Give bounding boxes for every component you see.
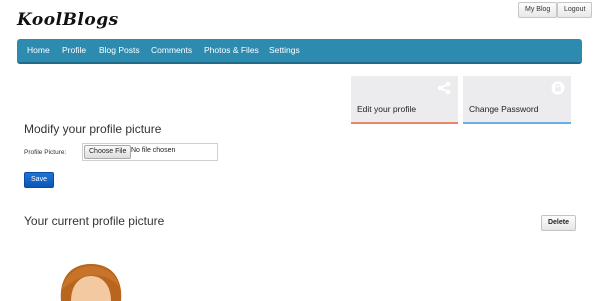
main-nav: Home Profile Blog Posts Comments Photos … <box>17 39 582 64</box>
nav-item-comments[interactable]: Comments <box>151 39 192 62</box>
edit-profile-card[interactable]: Edit your profile <box>351 76 458 124</box>
logout-button[interactable]: Logout <box>557 2 593 18</box>
save-button[interactable]: Save <box>24 172 54 188</box>
profile-picture-label: Profile Picture: <box>24 149 67 156</box>
share-icon <box>437 81 451 95</box>
choose-file-button[interactable]: Choose File <box>84 145 132 159</box>
nav-item-blog-posts[interactable]: Blog Posts <box>99 39 140 62</box>
change-password-card[interactable]: Change Password <box>463 76 571 124</box>
nav-item-settings[interactable]: Settings <box>269 39 300 62</box>
change-password-label: Change Password <box>469 104 539 114</box>
upload-section-title: Modify your profile picture <box>24 122 162 136</box>
current-picture-title: Your current profile picture <box>24 214 165 228</box>
delete-button[interactable]: Delete <box>541 215 576 231</box>
nav-item-home[interactable]: Home <box>27 39 50 62</box>
profile-picture-file-input[interactable]: Choose File No file chosen <box>82 143 218 161</box>
logo[interactable]: KoolBlogs <box>17 10 119 30</box>
file-status-text: No file chosen <box>131 147 176 154</box>
edit-profile-label: Edit your profile <box>357 104 417 114</box>
avatar <box>60 264 122 301</box>
nav-item-profile[interactable]: Profile <box>62 39 86 62</box>
my-blog-button[interactable]: My Blog <box>518 2 558 18</box>
lock-icon <box>551 81 565 95</box>
nav-item-photos-files[interactable]: Photos & Files <box>204 39 259 62</box>
